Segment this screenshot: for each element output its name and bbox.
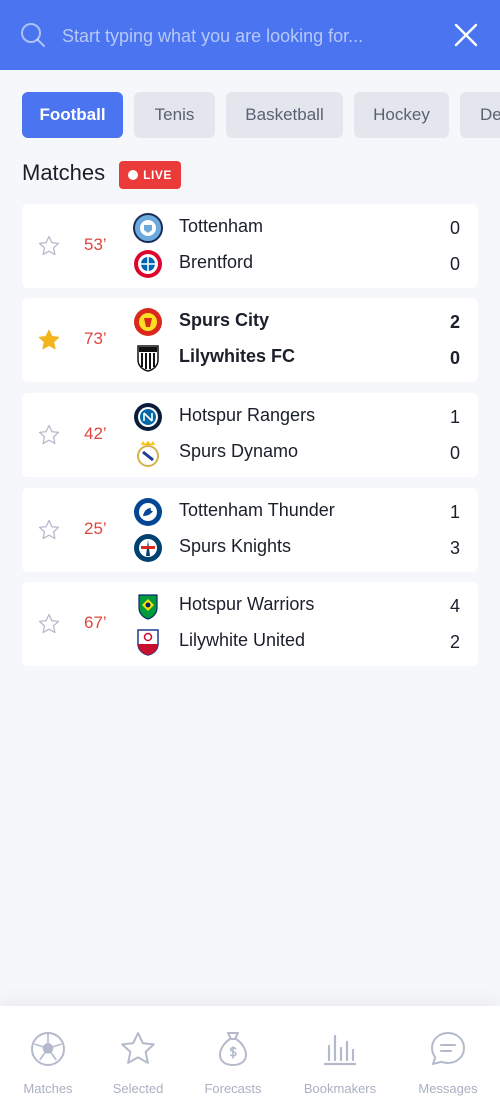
close-icon[interactable] — [452, 21, 480, 49]
live-badge: LIVE — [119, 161, 181, 189]
home-score: 0 — [449, 218, 460, 238]
search-icon — [21, 23, 45, 47]
shield-crest-icon — [137, 629, 159, 656]
live-label: LIVE — [143, 168, 172, 182]
match-card[interactable]: 25’ Tottenham Thunder Spurs Knights 1 3 — [22, 488, 478, 572]
live-dot-icon — [128, 170, 139, 180]
bottom-nav: Matches Selected Forecasts Bookmakers Me… — [0, 1006, 500, 1100]
tab-football[interactable]: Football — [22, 92, 123, 138]
match-minute: 42’ — [84, 424, 107, 443]
home-team: Tottenham — [179, 216, 264, 236]
nav-bookmakers[interactable]: Bookmakers — [292, 1006, 388, 1100]
match-minute: 25’ — [84, 519, 107, 538]
bayern-crest-icon — [134, 250, 162, 278]
star-filled-icon[interactable] — [37, 328, 61, 352]
star-outline-icon[interactable] — [37, 234, 61, 258]
away-team: Spurs Knights — [179, 536, 292, 556]
star-outline-icon[interactable] — [37, 423, 61, 447]
inter-crest-icon — [134, 403, 162, 431]
lion-crest-icon — [134, 498, 162, 526]
away-score: 2 — [449, 632, 460, 652]
away-score: 0 — [449, 254, 460, 274]
royal-crest-icon — [137, 441, 159, 467]
striped-crest-icon — [137, 345, 159, 372]
star-outline-icon[interactable] — [37, 518, 61, 542]
home-team: Hotspur Rangers — [179, 405, 316, 425]
away-score: 3 — [449, 538, 460, 558]
nav-label: Forecasts — [204, 1081, 262, 1096]
devil-crest-icon — [134, 308, 162, 336]
soccer-ball-icon — [31, 1032, 65, 1066]
tab-hockey[interactable]: Hockey — [354, 92, 449, 138]
home-team: Tottenham Thunder — [179, 500, 335, 520]
section-title: Matches — [22, 160, 106, 185]
away-team: Lilywhites FC — [179, 346, 296, 366]
away-team: Lilywhite United — [179, 630, 306, 650]
city-crest-icon — [133, 213, 163, 243]
nav-forecasts[interactable]: Forecasts — [188, 1006, 278, 1100]
nav-label: Matches — [23, 1081, 73, 1096]
nav-label: Messages — [418, 1081, 478, 1096]
search-input[interactable] — [62, 22, 422, 50]
away-score: 0 — [449, 443, 460, 463]
nav-label: Bookmakers — [303, 1081, 377, 1096]
tab-partial[interactable]: De — [460, 92, 500, 138]
tab-basketball[interactable]: Basketball — [226, 92, 343, 138]
nav-matches[interactable]: Matches — [8, 1006, 88, 1100]
match-card[interactable]: 42’ Hotspur Rangers Spurs Dynamo 1 0 — [22, 393, 478, 477]
match-card[interactable]: 67’ Hotspur Warriors Lilywhite United 4 … — [22, 582, 478, 666]
bar-chart-icon — [323, 1034, 357, 1066]
money-bag-icon — [219, 1032, 247, 1066]
star-outline-icon[interactable] — [37, 612, 61, 636]
tab-tenis[interactable]: Tenis — [134, 92, 215, 138]
nav-messages[interactable]: Messages — [408, 1006, 488, 1100]
search-header — [0, 0, 500, 70]
home-score: 4 — [449, 596, 460, 616]
star-icon — [121, 1032, 155, 1064]
nav-label: Selected — [112, 1081, 164, 1096]
home-score: 1 — [449, 407, 460, 427]
away-team: Spurs Dynamo — [179, 441, 299, 461]
nav-selected[interactable]: Selected — [98, 1006, 178, 1100]
away-team: Brentford — [179, 252, 254, 272]
match-minute: 53’ — [84, 235, 107, 254]
match-card[interactable]: 53’ Tottenham Brentford 0 0 — [22, 204, 478, 288]
home-team: Spurs City — [179, 310, 270, 330]
home-score: 1 — [449, 502, 460, 522]
home-score: 2 — [449, 312, 460, 332]
brazil-crest-icon — [138, 594, 158, 620]
match-card[interactable]: 73’ Spurs City Lilywhites FC 2 0 — [22, 298, 478, 382]
match-minute: 67’ — [84, 613, 107, 632]
chat-bubble-icon — [431, 1032, 465, 1065]
match-minute: 73’ — [84, 329, 107, 348]
paris-crest-icon — [134, 534, 162, 562]
home-team: Hotspur Warriors — [179, 594, 315, 614]
away-score: 0 — [449, 348, 460, 368]
